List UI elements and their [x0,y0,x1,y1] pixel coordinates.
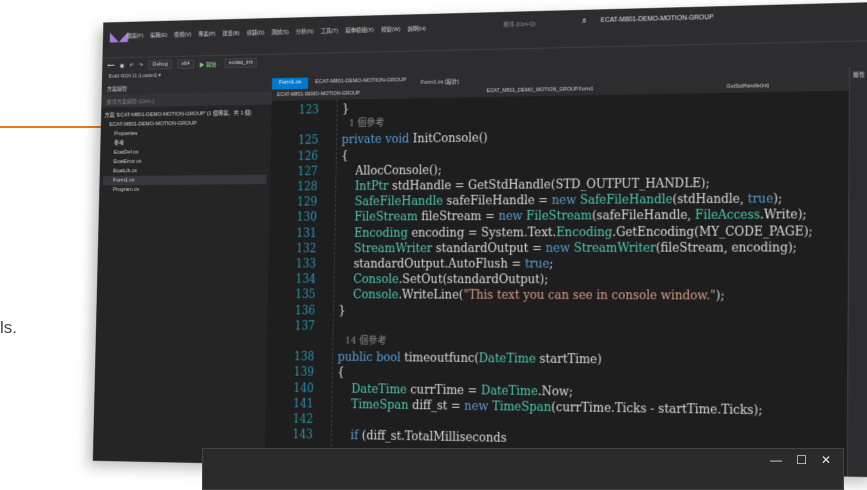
cropped-caption-text: ls. [0,318,17,338]
build-info: Build 4024.11 (Loaded) ▾ [109,73,161,80]
line-number: 130 [297,210,318,225]
line-number: 129 [297,194,318,209]
line-number: 123 [299,102,320,117]
line-number: 142 [293,411,314,427]
solution-tree: 方案 'ECAT-M801-DEMO-MOTION-GROUP' (1 個專案，… [99,105,271,199]
line-number: 127 [297,163,318,178]
line-number: 138 [294,349,315,365]
line-number: 141 [293,396,314,412]
line-number: 139 [294,364,315,380]
code-lines[interactable]: }1 個參考private void InitConsole(){ AllocC… [336,91,850,477]
code-line[interactable]: } [338,303,345,318]
code-line[interactable]: standardOutput.AutoFlush = true; [339,256,553,272]
menu-item[interactable]: 檢視(V) [174,30,191,39]
menu-item[interactable]: 偵錯(D) [247,28,265,37]
code-line[interactable]: StreamWriter standardOutput = new Stream… [339,239,796,256]
maximize-icon[interactable]: ☐ [796,453,807,467]
code-area[interactable]: 1231251261271281291301311321331341351361… [264,91,849,477]
start-button[interactable]: ▶ 開始 · [199,59,219,68]
menu-item[interactable]: 建置(B) [222,28,240,37]
code-line[interactable]: Encoding encoding = System.Text.Encoding… [340,223,813,240]
menu-item[interactable]: 檔案(F) [127,31,144,40]
line-number: 126 [298,148,319,163]
menu-item[interactable]: 專案(P) [198,29,215,38]
solution-explorer: 方案總管 搜尋方案總管 (Ctrl+;) 方案 'ECAT-M801-DEMO-… [93,78,273,464]
close-icon[interactable]: ✕ [821,453,831,467]
line-number: 140 [293,380,314,396]
code-line[interactable]: { [337,365,344,380]
window-controls: — ☐ ✕ [770,453,831,467]
line-number: 134 [295,272,316,287]
project-dropdown[interactable]: ECAT-M801-DEMO-MOTION-GROUP [277,91,360,98]
quick-launch-input[interactable]: 搜尋 (Ctrl+Q) [503,19,536,28]
platform-dropdown[interactable]: x64 [177,59,194,69]
properties-title: 屬性 [850,66,867,82]
code-line[interactable]: Console.WriteLine("This text you can see… [339,287,725,304]
menu-item[interactable]: 視窗(W) [381,24,401,33]
ide-window: ◣◢ 檔案(F) 編輯(E) 檢視(V) 專案(P) 建置(B) 偵錯(D) 測試(S) 分析… [93,2,867,477]
code-line[interactable]: } [342,101,349,116]
minimize-icon[interactable]: — [770,453,782,467]
configuration-dropdown[interactable]: Debug [148,60,172,70]
reference-count[interactable]: 14 個參考 [345,334,387,350]
startup-target-dropdown[interactable]: ecdaq_init [225,58,258,68]
code-line[interactable]: public bool timeoutfunc(DateTime startTi… [337,349,601,367]
code-line[interactable]: { [341,148,348,163]
redo-icon[interactable]: ↷ [139,62,143,69]
code-line[interactable]: private void InitConsole() [341,130,487,147]
code-line[interactable]: AllocConsole(); [341,162,442,178]
window-title: ECAT-M801-DEMO-MOTION-GROUP [601,14,714,24]
code-line[interactable]: if (diff_st.TotalMilliseconds [336,427,507,446]
class-dropdown[interactable]: ECAT_M801_DEMO_MOTION_GROUP.Form1 [486,86,593,94]
line-number: 125 [298,133,319,148]
member-dropdown[interactable]: GetStdHandle(int) [727,83,770,90]
menu-item[interactable]: 編輯(E) [150,30,167,39]
line-number: 132 [296,241,317,256]
line-number: 136 [295,302,316,317]
back-icon[interactable]: ⟵ [107,62,114,69]
line-number: 131 [296,225,317,240]
line-number: 133 [296,256,317,271]
save-icon[interactable]: ▣ [120,62,125,69]
reference-count[interactable]: 1 個參考 [349,116,385,132]
menu-item[interactable]: 測試(S) [271,27,289,36]
line-number: 128 [297,179,318,194]
line-number: 137 [295,318,316,333]
tree-item[interactable]: Program.cs [103,184,267,195]
line-number: 135 [295,287,316,302]
visual-studio-logo-icon: ◣◢ [110,29,124,42]
toolbar-row: ⟵ ▣ ↶ ↷ Debug x64 ▶ 開始 · ecdaq_init [107,58,257,71]
properties-panel: 屬性 [847,66,867,477]
console-window-bar: — ☐ ✕ [202,448,844,490]
line-number: 143 [292,427,313,443]
menu-item[interactable]: 延伸模組(X) [345,25,374,34]
code-editor: Form1.csECAT-M801-DEMO-MOTION-GROUP Form1… [264,67,850,477]
undo-icon[interactable]: ↶ [130,62,134,69]
search-icon[interactable]: ⌕ [582,16,587,27]
menu-bar: 檔案(F) 編輯(E) 檢視(V) 專案(P) 建置(B) 偵錯(D) 測試(S) 分析(N)… [127,24,426,40]
code-line[interactable]: FileStream fileStream = new FileStream(s… [340,207,807,225]
code-line[interactable]: TimeSpan diff_st = new TimeSpan(currTime… [337,396,763,418]
document-tab[interactable]: Form1.cs [272,78,308,90]
menu-item[interactable]: 說明(H) [408,24,426,33]
menu-item[interactable]: 工具(T) [321,26,339,35]
menu-item[interactable]: 分析(N) [296,26,314,35]
document-tab[interactable]: Form1.cs [設計] [413,74,466,87]
code-line[interactable]: Console.SetOut(standardOutput); [339,272,549,288]
line-number-gutter: 1231251261271281291301311321331341351361… [264,100,322,465]
